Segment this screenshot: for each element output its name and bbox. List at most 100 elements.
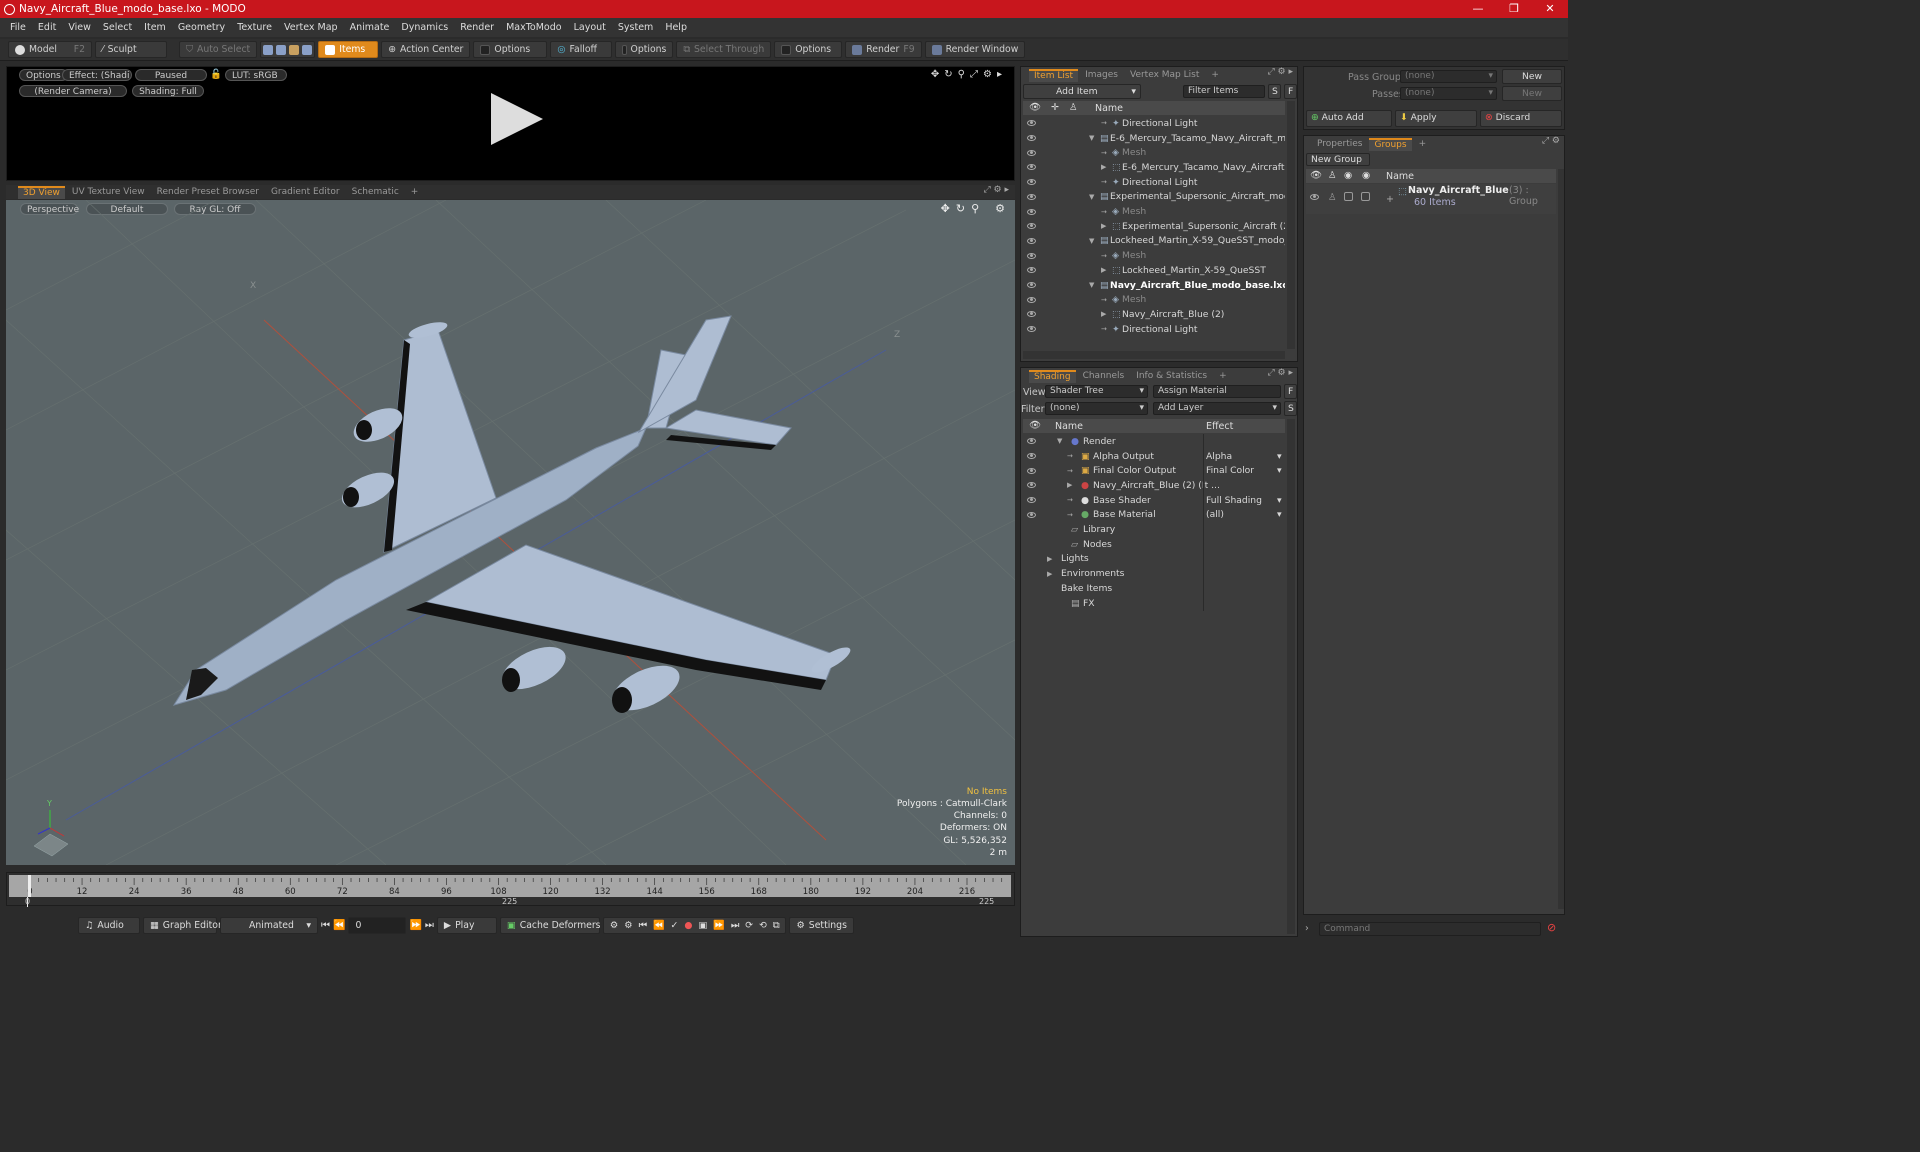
menu-layout[interactable]: Layout <box>568 22 612 33</box>
shader-row[interactable]: ▶ ● Navy_Aircraft_Blue (2) (It ... <box>1023 477 1285 493</box>
add-tab-button[interactable]: + <box>406 186 424 199</box>
new-group-button[interactable]: New Group <box>1306 153 1370 166</box>
shader-row[interactable]: ▱ Library <box>1023 522 1285 538</box>
visibility-eye-icon[interactable] <box>1027 179 1036 186</box>
item-row[interactable]: ▼ ▤ E-6_Mercury_Tacamo_Navy_Aircraft_m ... <box>1023 131 1285 146</box>
gear-icon[interactable]: ⚙ <box>1278 368 1286 378</box>
item-row[interactable]: ▼ ▤ Experimental_Supersonic_Aircraft_modo.… <box>1023 190 1285 205</box>
menu-select[interactable]: Select <box>97 22 138 33</box>
visibility-eye-icon[interactable] <box>1027 135 1036 142</box>
menu-dynamics[interactable]: Dynamics <box>395 22 454 33</box>
item-row[interactable]: → ◈ Mesh <box>1023 145 1285 160</box>
item-row[interactable]: → ✦ Directional Light <box>1023 116 1285 131</box>
effect-value[interactable]: Alpha <box>1206 451 1232 462</box>
pass-groups-select[interactable]: (none) ▾ <box>1400 70 1497 83</box>
passes-select[interactable]: (none) ▾ <box>1400 87 1497 100</box>
tab-vertex-map-list[interactable]: Vertex Map List <box>1125 69 1204 82</box>
rotate-icon[interactable]: ↻ <box>944 69 952 80</box>
maximize-icon[interactable]: ⤢ <box>1267 368 1274 378</box>
tab-shading[interactable]: Shading <box>1029 369 1076 383</box>
item-row[interactable]: ▶ ⬚ Lockheed_Martin_X-59_QueSST <box>1023 263 1285 278</box>
effect-value[interactable]: (all) <box>1206 509 1224 520</box>
add-layer-dropdown[interactable]: Add Layer ▾ <box>1153 402 1281 415</box>
maximize-icon[interactable]: ⤢ <box>1542 136 1549 146</box>
menu-help[interactable]: Help <box>659 22 693 33</box>
arrow-right-icon[interactable]: ▸ <box>1288 67 1293 77</box>
shader-row[interactable]: ▤ FX <box>1023 595 1285 611</box>
shader-row[interactable]: Bake Items <box>1023 580 1285 596</box>
select-through-button[interactable]: ⧉ Select Through <box>676 41 772 58</box>
filter-f-button[interactable]: F <box>1284 84 1297 99</box>
filter-items-input[interactable]: Filter Items <box>1183 85 1265 98</box>
menu-item[interactable]: Item <box>138 22 172 33</box>
shader-row[interactable]: → ● Base Material (all) ▾ <box>1023 507 1285 523</box>
expand-toggle-icon[interactable]: ▶ <box>1047 555 1052 563</box>
visibility-eye-icon[interactable] <box>1027 237 1036 244</box>
tab-3d-view[interactable]: 3D View <box>18 185 65 199</box>
cache-deformers-button[interactable]: ▣ Cache Deformers <box>499 916 601 934</box>
shader-row[interactable]: ▼ ● Render <box>1023 434 1285 449</box>
shader-row[interactable]: → ▣ Final Color Output Final Color ▾ <box>1023 463 1285 479</box>
visibility-eye-icon[interactable] <box>1027 511 1036 518</box>
view-select[interactable]: Shader Tree ▾ <box>1045 385 1148 398</box>
shader-tree-scrollbar[interactable] <box>1287 419 1295 934</box>
visibility-eye-icon[interactable] <box>1027 438 1036 445</box>
effect-value[interactable]: Full Shading <box>1206 495 1262 506</box>
move-icon[interactable]: ✥ <box>931 69 939 80</box>
model-mode-button[interactable]: Model F2 <box>8 41 92 58</box>
add-tab-button[interactable]: + <box>1414 138 1432 151</box>
materials-select-icon[interactable] <box>302 44 313 55</box>
effect-value[interactable]: Final Color <box>1206 465 1254 476</box>
gear-icon[interactable]: ⚙ <box>1278 67 1286 77</box>
aircraft-model[interactable] <box>172 315 854 720</box>
item-row[interactable]: → ◈ Mesh <box>1023 292 1285 307</box>
expand-toggle-icon[interactable]: ▶ <box>1101 310 1106 318</box>
assign-material-button[interactable]: Assign Material <box>1153 385 1281 398</box>
chevron-down-icon[interactable]: ▾ <box>1277 451 1282 462</box>
auto-select-button[interactable]: ⛉ Auto Select <box>179 41 258 58</box>
menu-maxtomodo[interactable]: MaxToModo <box>500 22 568 33</box>
add-item-button[interactable]: Add Item ▾ <box>1023 84 1141 99</box>
visibility-eye-icon[interactable] <box>1027 453 1036 460</box>
play-icon[interactable] <box>491 93 543 145</box>
key-icon[interactable]: ▣ <box>698 920 707 931</box>
item-row[interactable]: ▼ ▤ Navy_Aircraft_Blue_modo_base.lxo <box>1023 278 1285 293</box>
expand-toggle-icon[interactable]: ▶ <box>1101 222 1106 230</box>
gear-icon[interactable]: ⚙ <box>983 69 992 80</box>
key-icon[interactable]: ⏮ <box>639 920 647 931</box>
audio-button[interactable]: ♫ Audio <box>78 916 140 934</box>
item-row[interactable]: ▼ ▤ Lockheed_Martin_X-59_QueSST_modo_... <box>1023 234 1285 249</box>
3d-viewport[interactable]: Perspective Default Ray GL: Off ✥ ↻ ⚲ ⚙ X Z <box>6 200 1015 865</box>
tab-uv-texture-view[interactable]: UV Texture View <box>67 186 150 199</box>
menu-geometry[interactable]: Geometry <box>172 22 231 33</box>
lock-checkbox[interactable] <box>1344 192 1353 201</box>
visibility-eye-icon[interactable] <box>1027 282 1036 289</box>
action-center-options-button[interactable]: Options <box>473 41 548 58</box>
tab-gradient-editor[interactable]: Gradient Editor <box>266 186 345 199</box>
key-icon[interactable]: ✓ <box>671 920 679 931</box>
key-icon[interactable]: ⏪ <box>653 920 665 931</box>
effect-chip[interactable]: Effect: (Shadi... <box>62 69 132 81</box>
menu-render[interactable]: Render <box>454 22 500 33</box>
item-row[interactable]: ▶ ⬚ E-6_Mercury_Tacamo_Navy_Aircraft <box>1023 160 1285 175</box>
groups-scrollbar[interactable] <box>1558 169 1564 909</box>
tab-item-list[interactable]: Item List <box>1029 68 1079 82</box>
play-button[interactable]: ▶ Play <box>436 916 497 934</box>
vertices-select-icon[interactable] <box>263 44 274 55</box>
chevron-down-icon[interactable]: ▾ <box>1277 509 1282 520</box>
zoom-icon[interactable]: ⚲ <box>958 69 965 80</box>
shader-row[interactable]: ▱ Nodes <box>1023 536 1285 552</box>
key-icon[interactable]: ⟲ <box>759 920 767 931</box>
render-toggle-icon[interactable]: ♙ <box>1328 192 1337 203</box>
menu-edit[interactable]: Edit <box>32 22 62 33</box>
polygons-select-icon[interactable] <box>289 44 300 55</box>
menu-system[interactable]: System <box>612 22 659 33</box>
expand-toggle-icon[interactable]: ▶ <box>1047 570 1052 578</box>
group-row[interactable]: ♙ + ⬚ Navy_Aircraft_Blue (3) : Group 60 … <box>1306 184 1556 214</box>
key-icon[interactable]: ⟳ <box>745 920 753 931</box>
maximize-icon[interactable]: ⤢ <box>1267 67 1274 77</box>
tab-schematic[interactable]: Schematic <box>347 186 404 199</box>
add-tab-button[interactable]: + <box>1214 370 1232 383</box>
visibility-eye-icon[interactable] <box>1027 267 1036 274</box>
add-tab-button[interactable]: + <box>1206 69 1224 82</box>
